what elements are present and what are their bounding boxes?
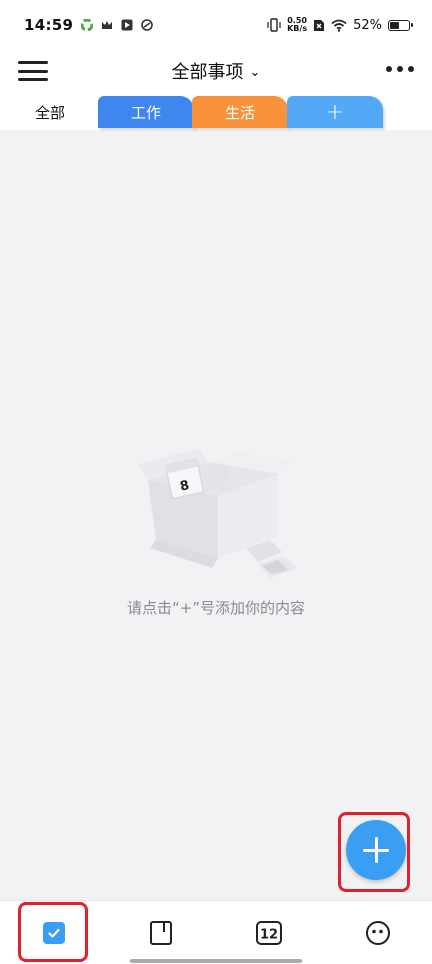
calendar-day: 12	[260, 928, 278, 943]
more-dot	[386, 66, 392, 72]
battery-icon	[388, 19, 413, 31]
nav-profile[interactable]	[348, 911, 408, 955]
crown-icon	[102, 21, 113, 29]
battery-fill	[390, 21, 400, 29]
notebook-icon	[150, 921, 172, 945]
tab-work[interactable]: 工作	[98, 96, 194, 128]
nav-tasks[interactable]	[24, 911, 84, 955]
plus-icon	[363, 837, 389, 863]
status-right: 0.50 KB/s 52%	[267, 17, 413, 33]
more-icon[interactable]	[386, 66, 414, 72]
network-speed: 0.50 KB/s	[287, 17, 307, 33]
app-notification-icon	[81, 19, 94, 31]
chevron-down-icon: ⌄	[249, 65, 261, 80]
tab-life[interactable]: 生活	[192, 96, 288, 128]
category-tabs: 全部 工作 生活 +	[0, 96, 432, 130]
network-speed-unit: KB/s	[287, 24, 308, 33]
calendar-icon: 12	[256, 921, 282, 945]
no-sim-icon	[314, 19, 325, 31]
wifi-icon	[331, 19, 347, 32]
battery-percent: 52%	[353, 17, 382, 33]
page-title: 全部事项	[171, 62, 244, 83]
status-left: 14:59	[24, 16, 154, 34]
empty-state-message: 请点击“+”号添加你的内容	[126, 599, 306, 617]
nav-calendar[interactable]: 12	[239, 911, 299, 955]
nav-notes[interactable]	[131, 911, 191, 955]
more-dot	[408, 66, 414, 72]
app-header: 全部事项 ⌄	[0, 50, 432, 96]
add-item-button[interactable]	[346, 820, 406, 880]
vibrate-icon	[267, 18, 281, 32]
more-dot	[397, 66, 403, 72]
empty-box-illustration: 8	[138, 448, 298, 578]
play-store-icon	[121, 19, 133, 31]
checkbox-icon	[43, 922, 65, 944]
status-bar: 14:59 0.50 KB/s 52%	[0, 0, 432, 50]
bottom-navigation: 12	[0, 900, 432, 964]
tab-all[interactable]: 全部	[22, 96, 78, 128]
title-dropdown[interactable]: 全部事项 ⌄	[0, 58, 432, 84]
home-indicator	[130, 959, 302, 963]
face-icon	[366, 921, 390, 945]
link-icon	[141, 19, 154, 31]
tab-add-category[interactable]: +	[287, 96, 383, 128]
status-time: 14:59	[24, 16, 74, 34]
